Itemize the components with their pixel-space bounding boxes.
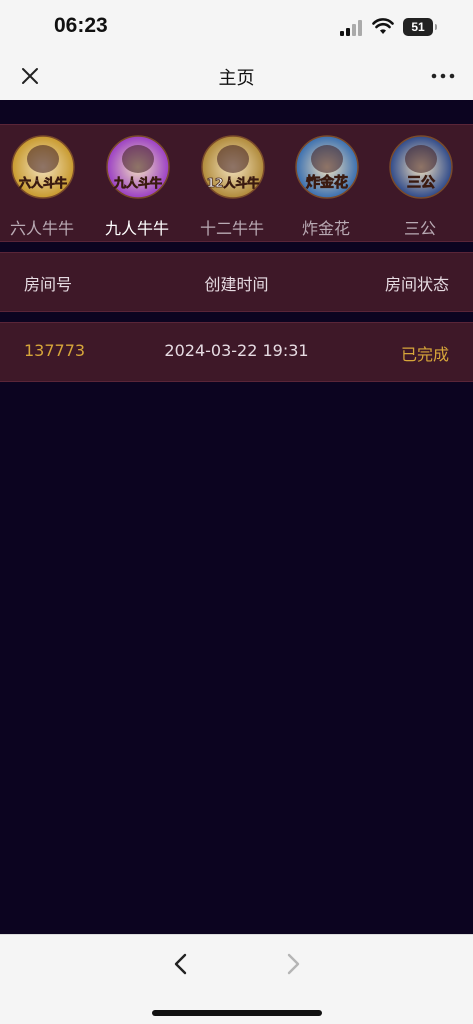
game-tab-1[interactable]: 六人斗牛 六人牛牛	[1, 135, 83, 240]
forward-arrow-icon[interactable]	[282, 951, 304, 977]
game-tab-2[interactable]: 九人斗牛 九人牛牛	[96, 135, 178, 240]
room-status: 已完成	[400, 345, 449, 364]
game-logo-text: 三公	[407, 175, 435, 191]
game-logo-icon: 12人斗牛	[201, 135, 265, 199]
game-logo-icon: 九人斗牛	[106, 135, 170, 199]
page-title: 主页	[218, 68, 255, 89]
battery-indicator: 51	[403, 18, 437, 36]
game-logo-icon: 炸金花	[295, 135, 359, 199]
game-label: 三公	[403, 219, 436, 238]
table-row[interactable]: 137773 2024-03-22 19:31 已完成	[0, 322, 473, 382]
game-tab-3[interactable]: 12人斗牛十二牛牛	[191, 135, 273, 240]
status-time: 06:23	[54, 14, 108, 37]
game-logo-text: 九人斗牛	[113, 175, 162, 190]
game-label: 十二牛牛	[199, 219, 264, 238]
game-tab-5[interactable]: 三公 三公	[379, 135, 461, 240]
game-label: 炸金花	[301, 219, 350, 238]
nav-bar: 主页	[0, 52, 473, 100]
header-room-status: 房间状态	[384, 275, 449, 294]
wifi-icon	[372, 18, 394, 34]
game-logo-text: 12人斗牛	[207, 175, 260, 190]
game-logo-icon: 三公	[389, 135, 453, 199]
more-options-icon[interactable]	[430, 66, 456, 86]
cellular-signal-icon	[340, 20, 366, 36]
game-logo-text: 六人斗牛	[19, 175, 67, 190]
game-label: 九人牛牛	[104, 219, 169, 238]
game-logo-icon: 六人斗牛	[11, 135, 75, 199]
game-logo-text: 炸金花	[306, 174, 348, 191]
status-bar: 06:23 51	[0, 0, 473, 52]
game-selector: 六人斗牛 六人牛牛 九人斗牛 九人牛牛 12人斗牛 十二牛牛 炸金花 炸金花 三公 三公	[0, 124, 473, 242]
room-table-header: 房间号 创建时间 房间状态	[0, 252, 473, 312]
back-arrow-icon[interactable]	[170, 951, 192, 977]
home-indicator	[152, 1010, 322, 1016]
main-content: 六人斗牛 六人牛牛 九人斗牛 九人牛牛 12人斗牛 十二牛牛 炸金花 炸金花 三公 三公 房间号 …	[0, 100, 473, 934]
browser-toolbar	[0, 934, 473, 1024]
game-label: 六人牛牛	[9, 219, 74, 238]
game-tab-4[interactable]: 炸金花 炸金花	[285, 135, 367, 240]
